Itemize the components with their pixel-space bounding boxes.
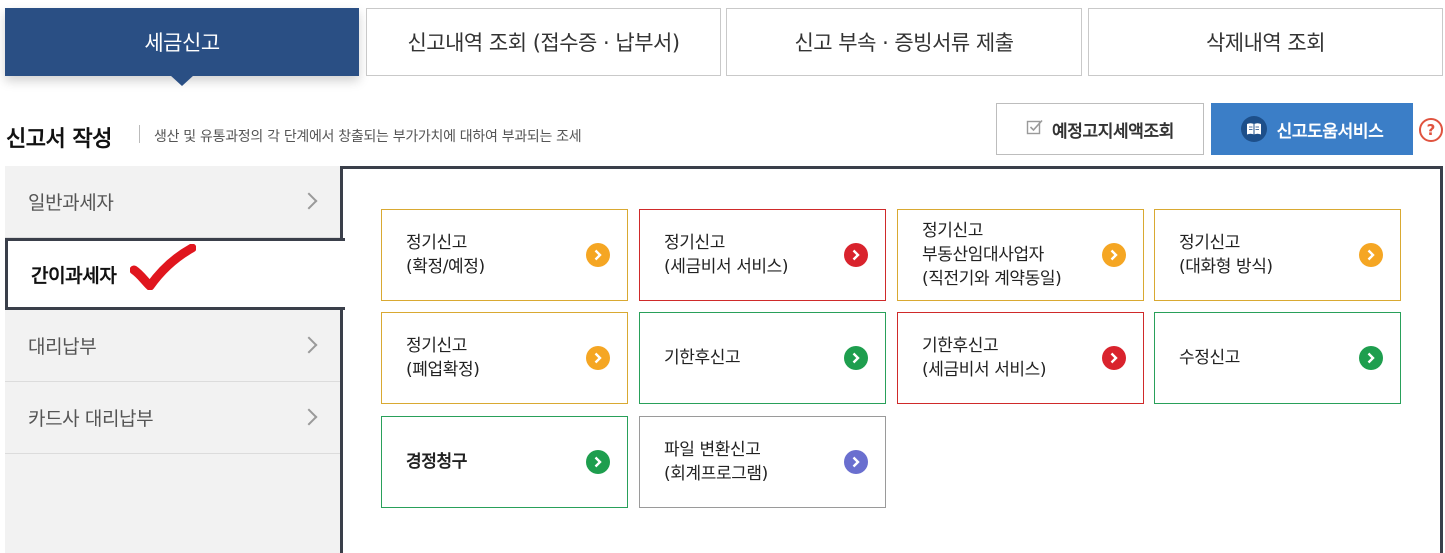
chevron-right-icon [300, 336, 318, 353]
card-label: 정기신고 (대화형 방식) [1179, 233, 1273, 277]
chevron-right-icon [300, 192, 318, 209]
card-amended-filing[interactable]: 수정신고 [1154, 312, 1401, 404]
card-regular-filing-real-estate-rental[interactable]: 정기신고 부동산임대사업자 (직전기와 계약동일) [897, 209, 1144, 301]
tab-filing-history[interactable]: 신고내역 조회 (접수증 · 납부서) [366, 8, 721, 76]
arrow-right-circle-icon [586, 346, 610, 370]
sidebar-item-proxy-payment[interactable]: 대리납부 [5, 310, 341, 382]
preset-tax-inquiry-label: 예정고지세액조회 [1052, 121, 1174, 142]
preset-tax-inquiry-button[interactable]: 예정고지세액조회 [996, 103, 1204, 155]
sidebar-item-card-company-proxy-payment[interactable]: 카드사 대리납부 [5, 382, 341, 454]
card-label: 정기신고 (세금비서 서비스) [664, 233, 789, 277]
card-correction-claim[interactable]: 경정청구 [381, 416, 628, 508]
title-divider [139, 125, 140, 143]
top-tab-bar: 세금신고 신고내역 조회 (접수증 · 납부서) 신고 부속 · 증빙서류 제출… [0, 0, 1445, 90]
card-label: 기한후신고 (세금비서 서비스) [922, 336, 1047, 380]
card-late-filing-tax-secretary[interactable]: 기한후신고 (세금비서 서비스) [897, 312, 1144, 404]
card-regular-filing-interactive[interactable]: 정기신고 (대화형 방식) [1154, 209, 1401, 301]
arrow-right-circle-icon [586, 243, 610, 267]
card-late-filing[interactable]: 기한후신고 [639, 312, 886, 404]
card-label: 수정신고 [1179, 348, 1240, 368]
sidebar-item-label: 카드사 대리납부 [28, 408, 154, 430]
section-description: 생산 및 유통과정의 각 단계에서 창출되는 부가가치에 대하여 부과되는 조세 [154, 129, 582, 145]
chevron-right-icon [300, 408, 318, 425]
sidebar-item-general-taxpayer[interactable]: 일반과세자 [5, 166, 341, 238]
arrow-right-circle-icon [844, 346, 868, 370]
sidebar-item-label: 간이과세자 [31, 264, 117, 287]
help-question-icon[interactable]: ? [1419, 118, 1443, 142]
filing-help-service-button[interactable]: 신고도움서비스 [1211, 103, 1413, 155]
book-icon [1240, 116, 1267, 142]
section-title: 신고서 작성 [6, 127, 112, 152]
card-label: 정기신고 부동산임대사업자 (직전기와 계약동일) [922, 221, 1062, 289]
taxpayer-type-sidebar: 일반과세자 간이과세자 대리납부 카드사 대리납부 [5, 166, 345, 553]
checkbox-edit-icon [1026, 118, 1044, 141]
card-label: 파일 변환신고 (회계프로그램) [664, 440, 768, 484]
tab-tax-filing[interactable]: 세금신고 [5, 8, 359, 86]
arrow-right-circle-icon [844, 450, 868, 474]
card-regular-filing-confirmed[interactable]: 정기신고 (확정/예정) [381, 209, 628, 301]
card-regular-filing-tax-secretary[interactable]: 정기신고 (세금비서 서비스) [639, 209, 886, 301]
arrow-right-circle-icon [844, 243, 868, 267]
card-file-conversion-filing[interactable]: 파일 변환신고 (회계프로그램) [639, 416, 886, 508]
card-label: 정기신고 (폐업확정) [406, 336, 480, 380]
filing-help-service-label: 신고도움서비스 [1276, 121, 1384, 142]
card-label: 정기신고 (확정/예정) [406, 233, 485, 277]
tab-deleted-history[interactable]: 삭제내역 조회 [1088, 8, 1443, 76]
arrow-right-circle-icon [1102, 243, 1126, 267]
sidebar-item-label: 일반과세자 [28, 192, 114, 214]
arrow-right-circle-icon [1359, 243, 1383, 267]
arrow-right-circle-icon [1102, 346, 1126, 370]
red-check-mark-icon [130, 244, 196, 290]
card-label: 경정청구 [406, 452, 467, 472]
card-label: 기한후신고 [664, 348, 741, 368]
tab-supporting-documents[interactable]: 신고 부속 · 증빙서류 제출 [726, 8, 1082, 76]
sidebar-item-label: 대리납부 [28, 336, 97, 358]
card-regular-filing-closure[interactable]: 정기신고 (폐업확정) [381, 312, 628, 404]
arrow-right-circle-icon [1359, 346, 1383, 370]
arrow-right-circle-icon [586, 450, 610, 474]
